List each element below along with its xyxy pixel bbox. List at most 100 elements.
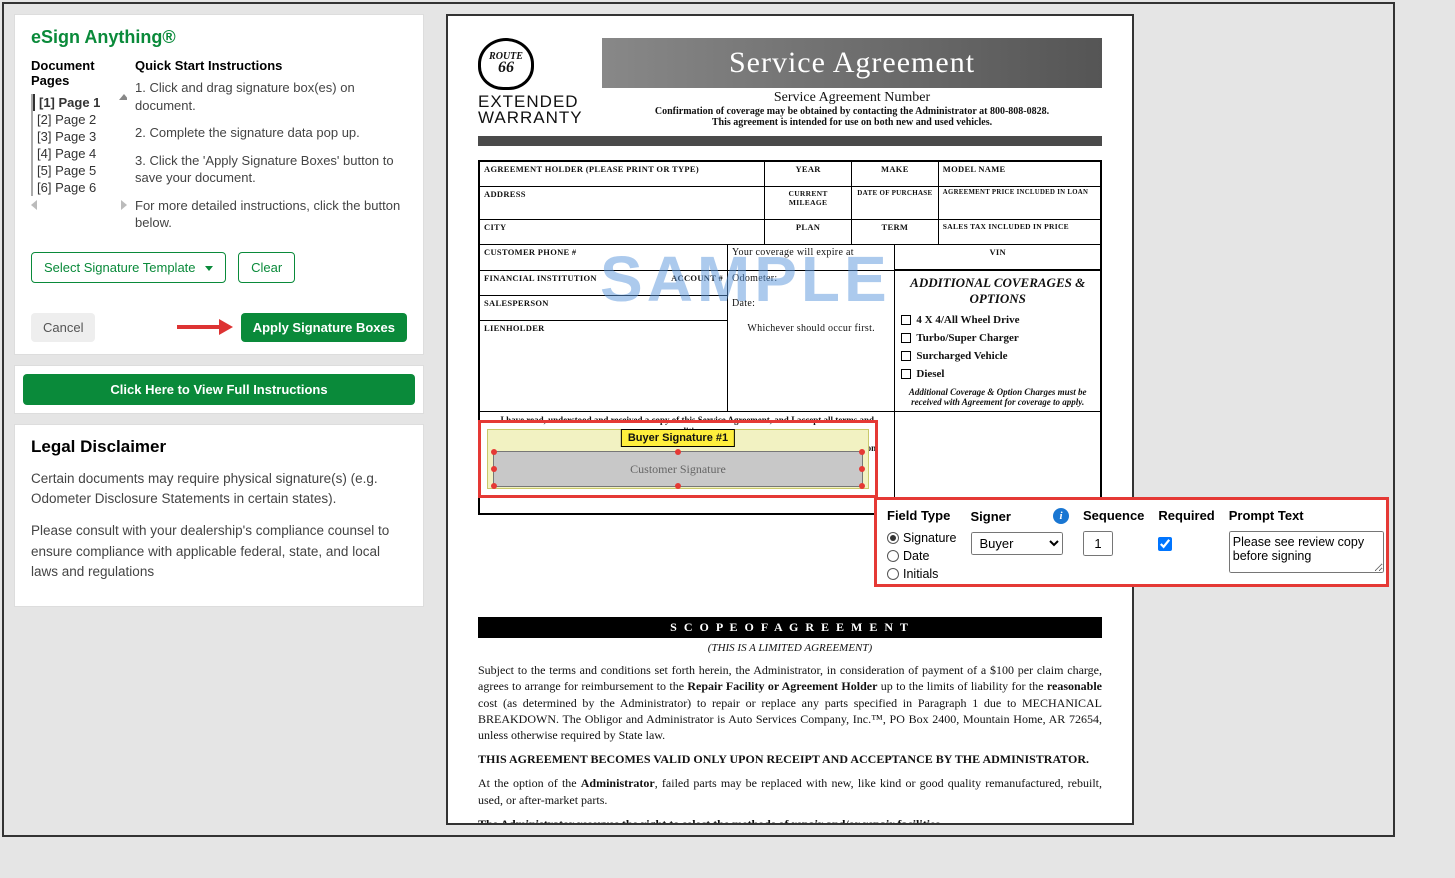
signature-tag[interactable]: Buyer Signature #1: [621, 429, 735, 447]
pages-header: Document Pages: [31, 58, 127, 88]
page-item-5[interactable]: [5] Page 5: [33, 162, 127, 179]
body-para-1: Subject to the terms and conditions set …: [478, 662, 1102, 743]
body-para-3: At the option of the Administrator, fail…: [478, 775, 1102, 807]
cell-term: TERM: [852, 220, 939, 244]
body4: The Administrator reserves the right to …: [478, 817, 943, 825]
scope-band: S C O P E O F A G R E E M E N T: [478, 617, 1102, 638]
pages-list: [1] Page 1 [2] Page 2 [3] Page 3 [4] Pag…: [31, 94, 127, 196]
page-item-2[interactable]: [2] Page 2: [33, 111, 127, 128]
page-item-1[interactable]: [1] Page 1: [31, 94, 127, 111]
resize-handle-lc[interactable]: [491, 466, 497, 472]
intended-line: This agreement is intended for use on bo…: [602, 117, 1102, 128]
cell-plan: PLAN: [765, 220, 852, 244]
cell-expire: Your coverage will expire at: [728, 245, 895, 270]
instruction-step-2: 2. Complete the signature data pop up.: [135, 124, 407, 142]
resize-handle-tr[interactable]: [859, 449, 865, 455]
clear-button[interactable]: Clear: [238, 252, 295, 283]
cell-odometer: Odometer:: [728, 271, 894, 296]
cell-phone: CUSTOMER PHONE #: [480, 245, 728, 270]
resize-handle-tl[interactable]: [491, 449, 497, 455]
sequence-input[interactable]: [1083, 531, 1113, 556]
checkbox-icon: [901, 333, 911, 343]
signature-drop-zone[interactable]: Buyer Signature #1 Customer Signature: [478, 420, 878, 498]
cell-salesperson: SALESPERSON: [480, 296, 727, 321]
signer-select[interactable]: Buyer: [971, 532, 1063, 555]
signature-box-label: Customer Signature: [630, 462, 726, 477]
body1d: reasonable: [1047, 679, 1102, 693]
cell-salestax: SALES TAX INCLUDED IN PRICE: [939, 220, 1100, 244]
cell-fin-inst: FINANCIAL INSTITUTION: [480, 271, 647, 295]
caret-down-icon: [199, 260, 213, 275]
cell-date: Date:: [728, 296, 894, 321]
cov-opt-3: Surcharged Vehicle: [895, 347, 1100, 365]
cell-dop: DATE OF PURCHASE: [852, 187, 939, 219]
resize-handle-rc[interactable]: [859, 466, 865, 472]
quickstart-header: Quick Start Instructions: [135, 58, 407, 73]
radio-signature-label: Signature: [903, 531, 957, 545]
radio-date-label: Date: [903, 549, 929, 563]
prompt-text-input[interactable]: [1229, 531, 1384, 573]
radio-initials[interactable]: Initials: [887, 567, 957, 581]
radio-date[interactable]: Date: [887, 549, 957, 563]
document-preview-area[interactable]: ROUTE 66 EXTENDED WARRANTY Service Agree…: [434, 4, 1393, 835]
instruction-step-3: 3. Click the 'Apply Signature Boxes' but…: [135, 152, 407, 187]
required-checkbox[interactable]: [1158, 537, 1172, 551]
body3b: Administrator: [581, 776, 655, 790]
warranty-label: WARRANTY: [478, 110, 588, 126]
scroll-up-icon[interactable]: [119, 94, 127, 100]
confirmation-line: Confirmation of coverage may be obtained…: [602, 106, 1102, 117]
limited-sub: (THIS IS A LIMITED AGREEMENT): [478, 642, 1102, 654]
cell-year: YEAR: [765, 162, 852, 186]
apply-signature-boxes-button[interactable]: Apply Signature Boxes: [241, 313, 407, 342]
resize-handle-bl[interactable]: [491, 483, 497, 489]
body2: THIS AGREEMENT BECOMES VALID ONLY UPON R…: [478, 752, 1089, 766]
logo-text-num: 66: [498, 61, 514, 75]
document-page[interactable]: ROUTE 66 EXTENDED WARRANTY Service Agree…: [446, 14, 1134, 825]
cell-whichever: Whichever should occur first.: [728, 321, 894, 337]
legal-p1: Certain documents may require physical s…: [31, 469, 407, 510]
cell-city: CITY: [480, 220, 765, 244]
page-item-6[interactable]: [6] Page 6: [33, 179, 127, 196]
cov-opt-4-label: Diesel: [916, 368, 944, 380]
page-item-3[interactable]: [3] Page 3: [33, 128, 127, 145]
arrow-annotation-icon: [177, 320, 237, 334]
checkbox-icon: [901, 315, 911, 325]
resize-handle-tc[interactable]: [675, 449, 681, 455]
route-logo-icon: ROUTE 66: [478, 38, 534, 90]
signature-box[interactable]: Customer Signature: [493, 451, 863, 487]
legal-p2: Please consult with your dealership's co…: [31, 521, 407, 582]
legal-heading: Legal Disclaimer: [31, 437, 407, 457]
signer-header: Signer: [971, 509, 1011, 524]
scroll-right-icon[interactable]: [121, 200, 127, 210]
radio-signature[interactable]: Signature: [887, 531, 957, 545]
checkbox-icon: [901, 351, 911, 361]
required-header: Required: [1158, 508, 1214, 523]
cell-account: ACCOUNT #: [647, 271, 727, 295]
body1e: cost (as determined by the Administrator…: [478, 696, 1102, 742]
cov-opt-3-label: Surcharged Vehicle: [916, 350, 1007, 362]
select-template-label: Select Signature Template: [44, 260, 196, 275]
page-item-4[interactable]: [4] Page 4: [33, 145, 127, 162]
agreement-number-label: Service Agreement Number: [602, 90, 1102, 106]
cancel-button[interactable]: Cancel: [31, 313, 95, 342]
info-icon[interactable]: i: [1053, 508, 1069, 524]
checkbox-icon: [901, 369, 911, 379]
cov-opt-1: 4 X 4/All Wheel Drive: [895, 311, 1100, 329]
radio-icon: [887, 550, 899, 562]
select-template-button[interactable]: Select Signature Template: [31, 252, 226, 283]
cell-loan: AGREEMENT PRICE INCLUDED IN LOAN: [939, 187, 1100, 219]
body-para-2: THIS AGREEMENT BECOMES VALID ONLY UPON R…: [478, 751, 1102, 767]
signature-field-popup[interactable]: Field Type Signature Date Initials Signe…: [874, 497, 1389, 587]
radio-initials-label: Initials: [903, 567, 938, 581]
radio-icon: [887, 568, 899, 580]
view-instructions-button[interactable]: Click Here to View Full Instructions: [23, 374, 415, 405]
sequence-header: Sequence: [1083, 508, 1144, 523]
header-divider: [478, 136, 1102, 146]
cell-agreement-holder: AGREEMENT HOLDER (PLEASE PRINT OR TYPE): [480, 162, 765, 186]
doc-title-band: Service Agreement: [602, 38, 1102, 88]
body1b: Repair Facility or Agreement Holder: [687, 679, 877, 693]
body1c: up to the limits of liability for the: [877, 679, 1046, 693]
resize-handle-bc[interactable]: [675, 483, 681, 489]
resize-handle-br[interactable]: [859, 483, 865, 489]
scroll-left-icon[interactable]: [31, 200, 37, 210]
